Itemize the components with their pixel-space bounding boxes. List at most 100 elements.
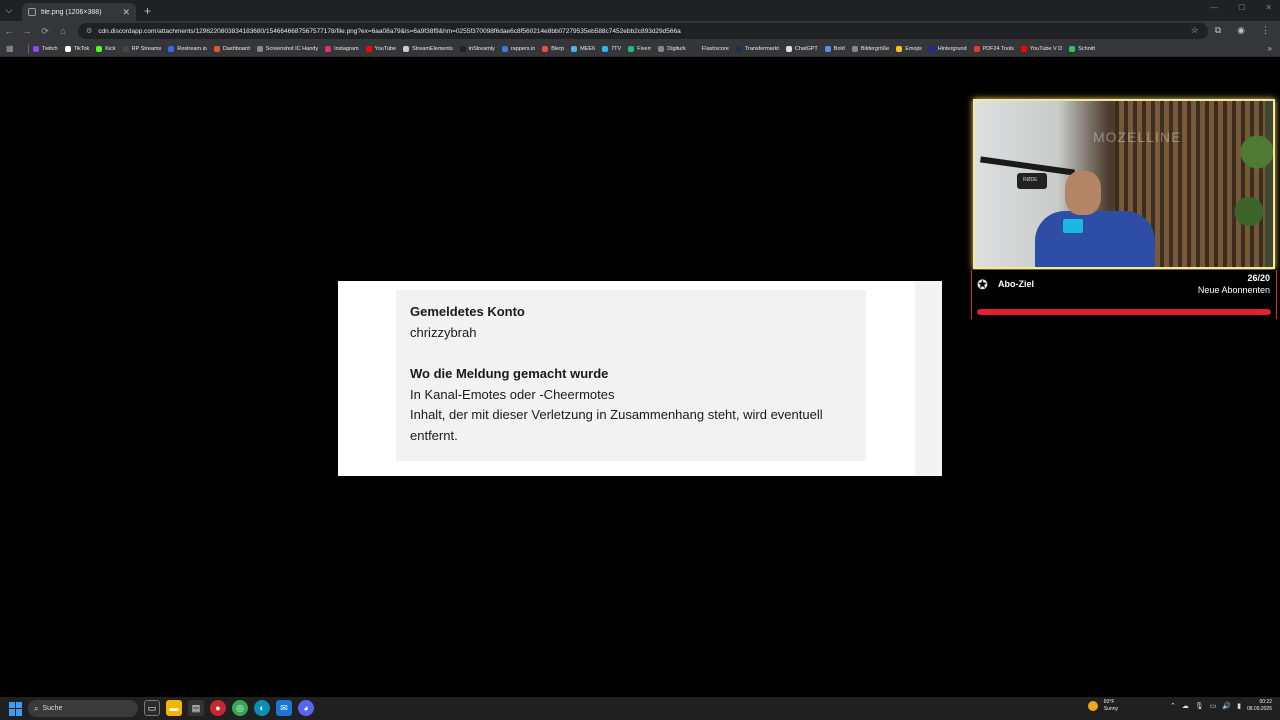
bookmark-item[interactable]: Digiturk	[658, 45, 686, 52]
obs-app-icon[interactable]: ●	[210, 700, 226, 716]
bookmark-item[interactable]: 7TV	[602, 45, 622, 52]
tray-chevron-icon[interactable]: ⌃	[1170, 702, 1176, 710]
home-icon[interactable]: ⌂	[54, 26, 72, 36]
bookmark-item[interactable]: MEE6	[571, 45, 595, 52]
url-omnibox[interactable]: ⚙ cdn.discordapp.com/attachments/1296220…	[78, 23, 1208, 39]
webcam-feed: MOZELLINE RØDE	[973, 99, 1275, 269]
volume-icon[interactable]: 🔊	[1222, 702, 1231, 710]
bookmark-favicon-icon	[403, 45, 410, 52]
bookmark-favicon-icon	[122, 45, 129, 52]
report-location-label: Wo die Meldung gemacht wurde	[410, 366, 609, 381]
bookmarks-bar: ▦ Twitch TikTok Kick RP Streams Restream.io D…	[0, 41, 1280, 57]
bookmark-label: 7TV	[611, 45, 622, 52]
bookmark-favicon-icon	[542, 45, 549, 52]
bookmark-label: Kick	[105, 45, 116, 52]
apps-grid-icon[interactable]: ▦	[6, 44, 24, 53]
bookmark-item[interactable]: ChatGPT	[785, 45, 818, 52]
cloud-icon[interactable]: ☁	[1182, 702, 1189, 710]
bookmark-label: StreamElements	[412, 45, 453, 52]
mic-brand-label: RØDE	[1023, 177, 1038, 183]
bookmark-item[interactable]: Bold	[824, 45, 845, 52]
clock-date: 08.09.2026	[1246, 706, 1272, 712]
image-favicon-icon	[28, 8, 36, 16]
bookmark-item[interactable]: Twitch	[33, 45, 58, 52]
bookmark-favicon-icon	[64, 45, 71, 52]
system-tray: 83°F Sunny ⌃ ☁ 🎙 ▭ 🔊 ▮ 00:22 08.09.2026	[1087, 699, 1272, 713]
bookmark-item[interactable]: Instagram	[325, 45, 359, 52]
bookmark-favicon-icon	[692, 45, 699, 52]
bookmark-label: Bildergröße	[860, 45, 890, 52]
new-tab-plus-icon[interactable]: +	[144, 4, 151, 18]
tab-file-png[interactable]: file.png (1206×388) ✕	[22, 3, 136, 21]
bookmark-label: Restream.io	[177, 45, 207, 52]
weather-widget[interactable]: 83°F Sunny	[1104, 699, 1118, 713]
taskbar: ⌕ Suche ▭ ▬ ▤ ● ◎ ◐ ✉ ◕ 83°F Sunny ⌃ ☁ 🎙…	[0, 697, 1280, 720]
bookmark-item[interactable]: RP Streams	[122, 45, 161, 52]
bookmark-item[interactable]: Transfermarkt	[735, 45, 779, 52]
network-icon[interactable]: ▭	[1210, 702, 1217, 710]
tab-search-chevron-icon[interactable]: ⌵	[0, 0, 18, 21]
mic-tray-icon[interactable]: 🎙	[1195, 702, 1204, 710]
search-label: Suche	[42, 705, 63, 712]
profile-avatar-icon[interactable]: ◉	[1237, 25, 1245, 36]
file-explorer-icon[interactable]: ▬	[166, 700, 182, 716]
bookmark-item[interactable]: Dashboard	[213, 45, 250, 52]
bookmarks-overflow-icon[interactable]: »	[1268, 44, 1272, 53]
bookmark-favicon-icon	[785, 45, 792, 52]
edge-icon[interactable]: ◐	[254, 700, 270, 716]
clock[interactable]: 00:22 08.09.2026	[1247, 699, 1272, 713]
bookmark-label: Digiturk	[667, 45, 686, 52]
battery-icon[interactable]: ▮	[1237, 702, 1241, 710]
windows-start-icon[interactable]	[9, 701, 23, 716]
bookmark-star-icon[interactable]: ☆	[1191, 25, 1199, 36]
task-view-icon[interactable]: ▭	[144, 700, 160, 716]
bookmark-item[interactable]: Schnitt	[1069, 45, 1096, 52]
minimize-icon[interactable]: —	[1210, 3, 1218, 12]
bookmark-item[interactable]: Hintergrund	[928, 45, 967, 52]
taskbar-search[interactable]: ⌕ Suche	[28, 700, 138, 717]
site-info-icon[interactable]: ⚙	[86, 27, 92, 35]
maximize-icon[interactable]: ☐	[1238, 3, 1245, 12]
bookmark-item[interactable]: Restream.io	[168, 45, 207, 52]
chrome-icon[interactable]: ◎	[232, 700, 248, 716]
bookmark-item[interactable]: inStreamly	[459, 45, 495, 52]
bookmark-item[interactable]: Kick	[96, 45, 116, 52]
mail-icon[interactable]: ✉	[276, 700, 292, 716]
bookmark-favicon-icon	[571, 45, 578, 52]
bookmark-item[interactable]: StreamElements	[403, 45, 453, 52]
plant-decoration	[1233, 101, 1273, 267]
bookmark-item[interactable]: YouTube V D	[1020, 45, 1062, 52]
bookmark-item[interactable]: YouTube	[365, 45, 397, 52]
goal-star-icon: ✪	[977, 277, 988, 292]
bookmark-item[interactable]: Blerp	[542, 45, 564, 52]
weather-temp: 83°F	[1103, 699, 1115, 705]
bookmark-item[interactable]: rappers.in	[501, 45, 535, 52]
weather-sun-icon[interactable]	[1087, 701, 1098, 711]
bookmark-item[interactable]: Emojis	[896, 45, 922, 52]
extensions-icon[interactable]: ⧉	[1215, 25, 1221, 36]
store-icon[interactable]: ▤	[188, 700, 204, 716]
bookmark-favicon-icon	[96, 45, 103, 52]
goal-title: Abo-Ziel	[998, 279, 1034, 289]
bookmark-item[interactable]: Screenshot IC Handy	[256, 45, 318, 52]
back-arrow-icon[interactable]: ←	[0, 26, 18, 36]
bookmark-label: Transfermarkt	[744, 45, 779, 52]
menu-dots-icon[interactable]: ⋮	[1261, 25, 1270, 36]
bookmark-favicon-icon	[973, 45, 980, 52]
bookmark-item[interactable]: Bildergröße	[851, 45, 890, 52]
bookmark-label: YouTube	[374, 45, 397, 52]
bookmark-item[interactable]: PDF24 Tools	[973, 45, 1014, 52]
reported-account-label: Gemeldetes Konto	[410, 304, 525, 319]
wall-logo: MOZELLINE	[1093, 129, 1182, 145]
bookmark-item[interactable]: TikTok	[64, 45, 89, 52]
forward-arrow-icon[interactable]: →	[18, 26, 36, 36]
tab-close-icon[interactable]: ✕	[122, 7, 130, 18]
reload-icon[interactable]: ⟳	[36, 26, 54, 37]
bookmark-favicon-icon	[658, 45, 665, 52]
discord-icon[interactable]: ◕	[298, 700, 314, 716]
bookmark-favicon-icon	[501, 45, 508, 52]
bookmark-item[interactable]: Fiverr	[628, 45, 651, 52]
close-window-icon[interactable]: ✕	[1265, 3, 1272, 12]
bookmark-label: Schnitt	[1078, 45, 1096, 52]
bookmark-item[interactable]: Flashscore	[692, 45, 729, 52]
